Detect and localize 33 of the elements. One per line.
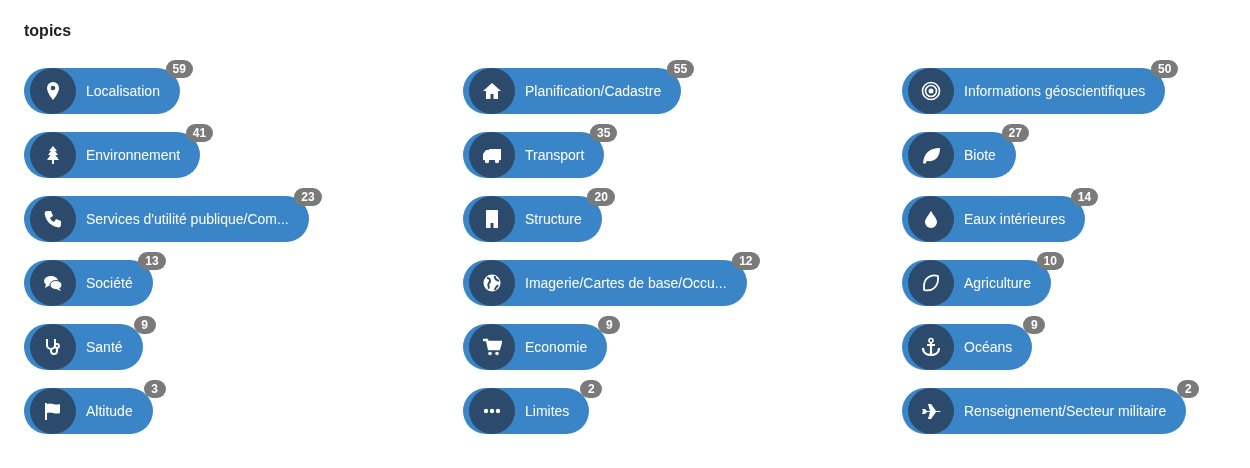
topic-button[interactable]: Altitude	[24, 388, 153, 434]
count-badge: 12	[732, 252, 760, 270]
count-badge: 23	[294, 188, 322, 206]
lemon-icon	[921, 273, 941, 293]
count-badge: 55	[666, 60, 695, 78]
globe-icon	[482, 273, 502, 293]
topic-button[interactable]: Santé	[24, 324, 143, 370]
count-badge: 9	[133, 316, 156, 334]
plane-icon	[921, 401, 941, 421]
count-badge: 20	[587, 188, 615, 206]
count-badge: 13	[138, 252, 166, 270]
stethoscope-icon	[43, 337, 63, 357]
count-badge: 14	[1070, 188, 1099, 206]
leaf-icon	[921, 145, 941, 165]
flag-icon	[43, 401, 63, 421]
phone-icon	[43, 209, 63, 229]
section-title: topics	[24, 22, 72, 40]
target-icon	[921, 81, 941, 101]
count-badge: 50	[1150, 60, 1179, 78]
chat-bubbles-icon	[43, 273, 63, 293]
count-badge: 41	[185, 124, 214, 142]
anchor-icon	[921, 337, 941, 357]
count-badge: 3	[143, 380, 166, 398]
cart-icon	[482, 337, 502, 357]
count-badge: 35	[590, 124, 618, 142]
count-badge: 2	[1177, 380, 1200, 398]
count-badge: 59	[165, 60, 193, 78]
count-badge: 2	[580, 380, 603, 398]
count-badge: 9	[598, 316, 621, 334]
count-badge: 27	[1001, 124, 1029, 142]
count-badge: 10	[1036, 252, 1064, 270]
house-icon	[482, 81, 502, 101]
count-badge: 9	[1023, 316, 1046, 334]
